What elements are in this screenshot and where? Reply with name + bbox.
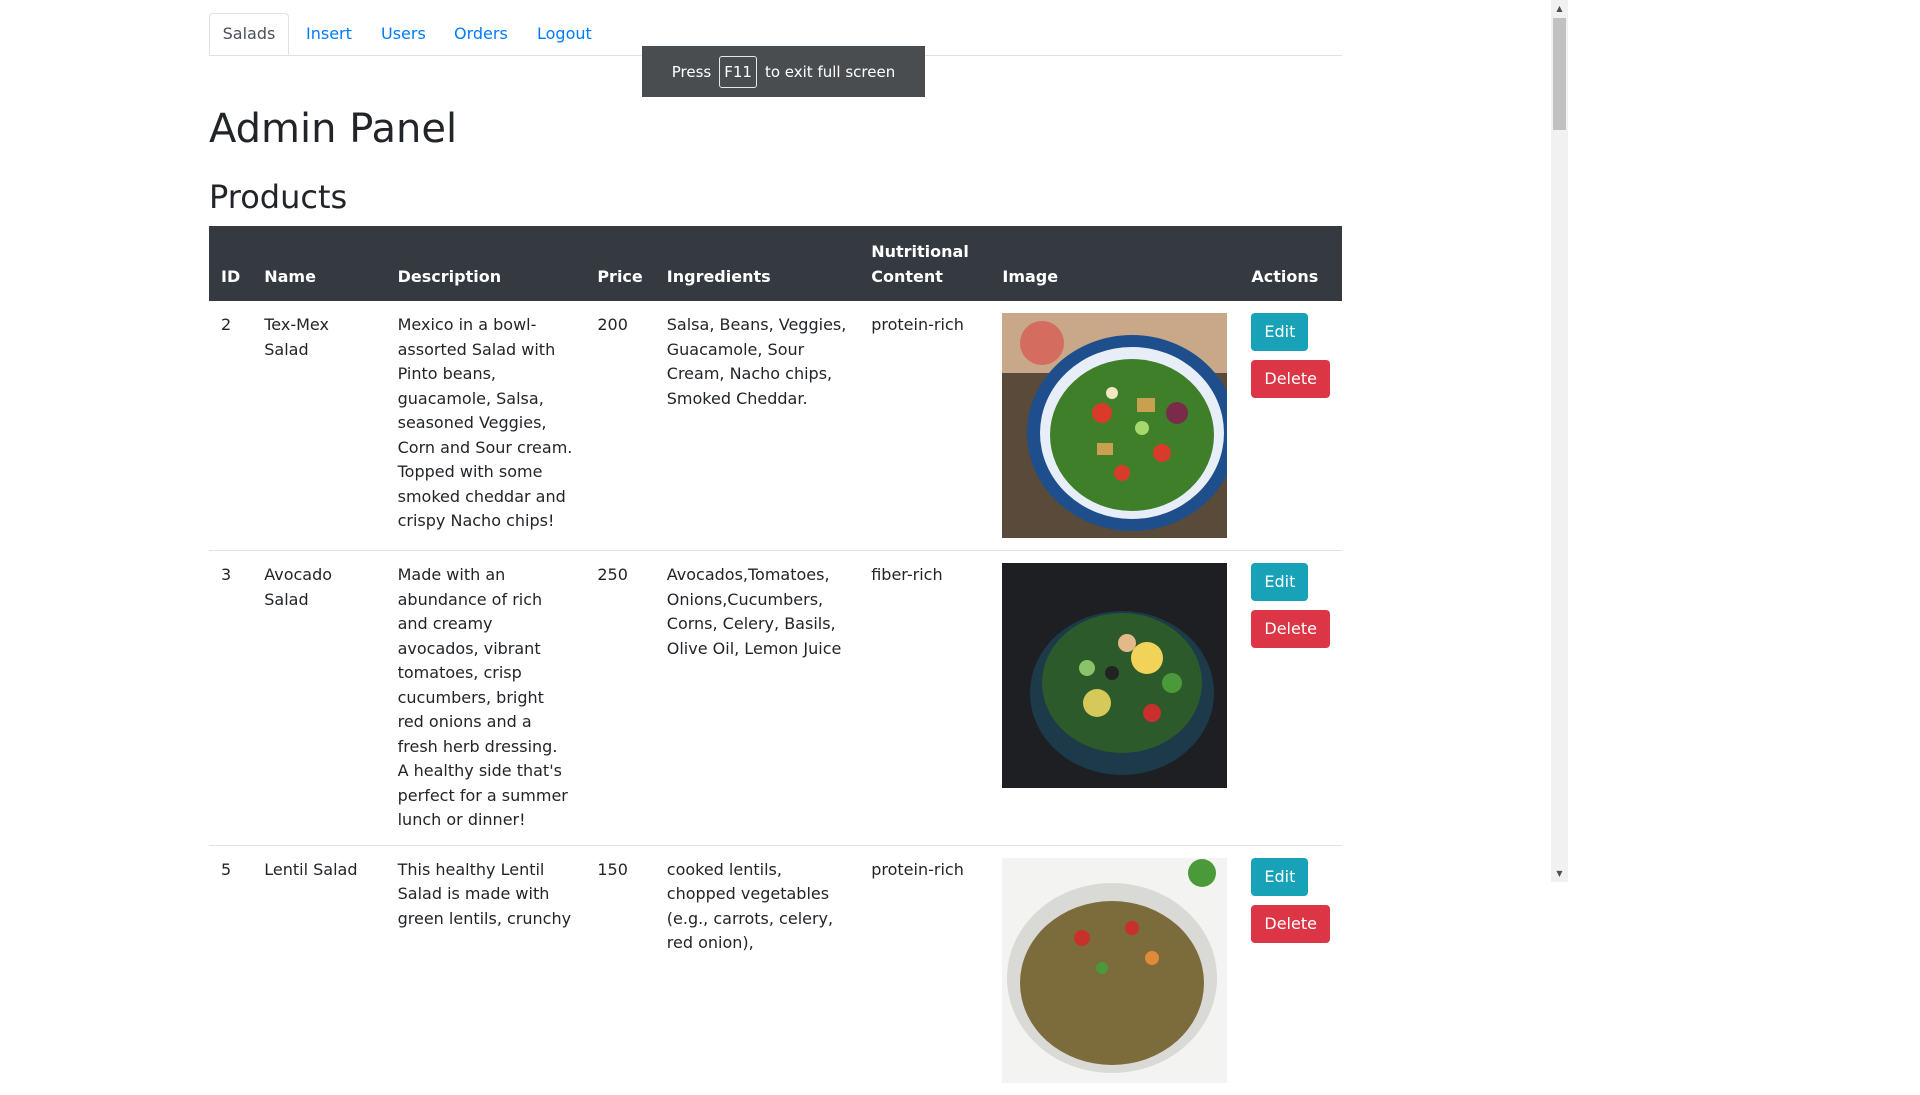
scroll-down-icon[interactable]: ▼ [1551,865,1568,882]
tab-orders[interactable]: Orders [454,13,508,55]
cell-ingredients: Avocados,Tomatoes, Onions,Cucumbers, Cor… [654,550,860,845]
salad-image [1002,857,1228,1083]
table-row: 3 Avocado Salad Made with an abundance o… [209,550,1342,845]
cell-price: 150 [585,844,655,1095]
cell-image [990,301,1239,551]
cell-description: This healthy Lentil Salad is made with g… [385,844,586,1095]
scroll-up-icon[interactable]: ▲ [1551,0,1568,17]
tab-salads[interactable]: Salads [209,13,289,55]
page-title: Admin Panel [209,106,458,152]
scroll-thumb[interactable] [1553,18,1566,130]
cell-image [990,550,1240,845]
section-title: Products [209,178,348,216]
cell-ingredients: cooked lentils, chopped vegetables (e.g.… [654,844,860,1095]
tab-logout[interactable]: Logout [537,13,592,55]
delete-button[interactable]: Delete [1251,360,1330,398]
edit-button[interactable]: Edit [1251,313,1309,351]
vertical-scrollbar[interactable]: ▲ ▼ [1551,0,1568,882]
tab-insert[interactable]: Insert [306,13,352,55]
header-name: Name [252,226,386,301]
f11-key: F11 [719,55,757,88]
delete-button[interactable]: Delete [1251,904,1330,943]
header-description: Description [385,226,586,301]
header-nutrition: Nutritional Content [859,226,991,301]
header-actions: Actions [1239,226,1342,301]
fullscreen-press-text: Press [671,62,712,81]
salad-image [1002,563,1228,788]
cell-image [990,844,1240,1095]
cell-actions: Edit Delete [1239,844,1342,1095]
cell-ingredients: Salsa, Beans, Veggies, Guacamole, Sour C… [666,315,847,408]
cell-id: 3 [209,550,253,845]
tab-users[interactable]: Users [381,13,426,55]
cell-name: Tex-Mex Salad [264,315,329,359]
cell-nutrition: protein-rich [859,844,991,1095]
header-ingredients: Ingredients [654,226,860,301]
cell-price: 200 [597,315,628,334]
cell-description: Mexico in a bowl-assorted Salad with Pin… [397,315,573,530]
cell-name: Avocado Salad [252,550,386,845]
cell-price: 250 [585,550,655,845]
header-id: ID [209,226,253,301]
salad-image [1002,313,1228,538]
fullscreen-rest-text: to exit full screen [764,62,896,81]
cell-actions: Edit Delete [1239,550,1342,845]
cell-id: 5 [209,844,253,1095]
cell-id: 2 [221,315,232,334]
products-table: ID Name Description Price Ingredients Nu… [209,226,1342,1095]
table-header-row: ID Name Description Price Ingredients Nu… [209,226,1342,301]
edit-button[interactable]: Edit [1251,857,1309,896]
table-row: 2 Tex-Mex Salad Mexico in a bowl-assorte… [209,301,1342,551]
header-image: Image [990,226,1240,301]
cell-nutrition: fiber-rich [859,550,991,845]
cell-actions: Edit Delete [1239,301,1342,551]
table-row: 5 Lentil Salad This healthy Lentil Salad… [209,844,1342,1095]
cell-name: Lentil Salad [252,844,386,1095]
edit-button[interactable]: Edit [1251,563,1309,601]
delete-button[interactable]: Delete [1251,610,1330,648]
header-price: Price [585,226,655,301]
fullscreen-notice: Press F11 to exit full screen [642,46,925,97]
cell-nutrition: protein-rich [871,315,964,334]
cell-description: Made with an abundance of rich and cream… [385,550,586,845]
